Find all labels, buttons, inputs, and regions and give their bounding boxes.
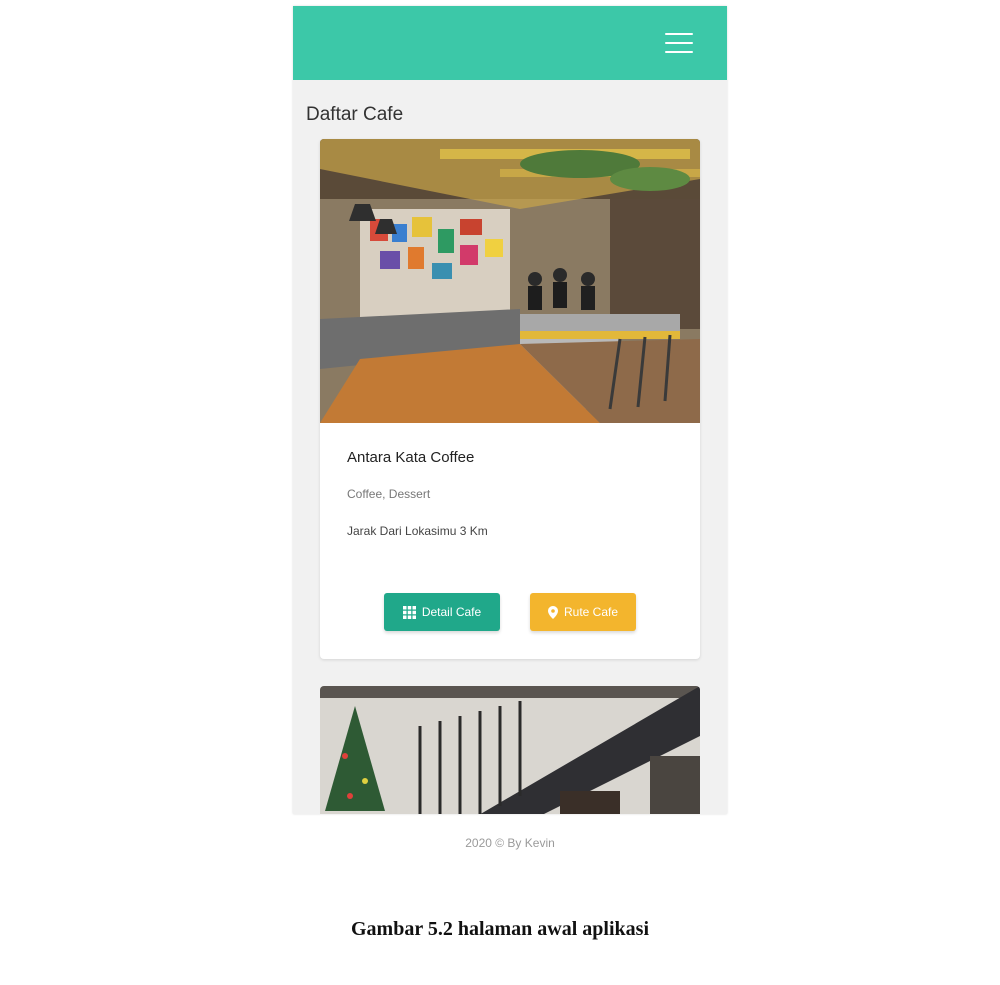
rute-cafe-label: Rute Cafe	[563, 605, 619, 619]
rute-cafe-button[interactable]: Rute Cafe	[530, 593, 636, 631]
figure-caption: Gambar 5.2 halaman awal aplikasi	[350, 918, 650, 940]
detail-cafe-button[interactable]: Detail Cafe	[384, 593, 500, 631]
cafe-photo	[320, 139, 700, 423]
map-pin-icon	[547, 605, 558, 619]
hamburger-menu-icon[interactable]	[665, 33, 693, 53]
top-navbar	[293, 6, 727, 80]
cafe-distance: Jarak Dari Lokasimu 3 Km	[347, 524, 488, 538]
grid-icon	[402, 605, 416, 619]
page-title: Daftar Cafe	[306, 104, 404, 125]
cafe-tags: Coffee, Dessert	[347, 487, 431, 501]
cafe-card[interactable]: Antara Kata Coffee Coffee, Dessert Jarak…	[320, 139, 700, 659]
cafe-photo	[320, 686, 700, 814]
detail-cafe-label: Detail Cafe	[421, 605, 482, 619]
app-screen: Daftar Cafe Antara Kata Coffee Coffee, D…	[293, 6, 727, 814]
footer-text: 2020 © By Kevin	[465, 836, 555, 850]
cafe-card-partial[interactable]	[320, 686, 700, 814]
cafe-name: Antara Kata Coffee	[347, 449, 475, 466]
